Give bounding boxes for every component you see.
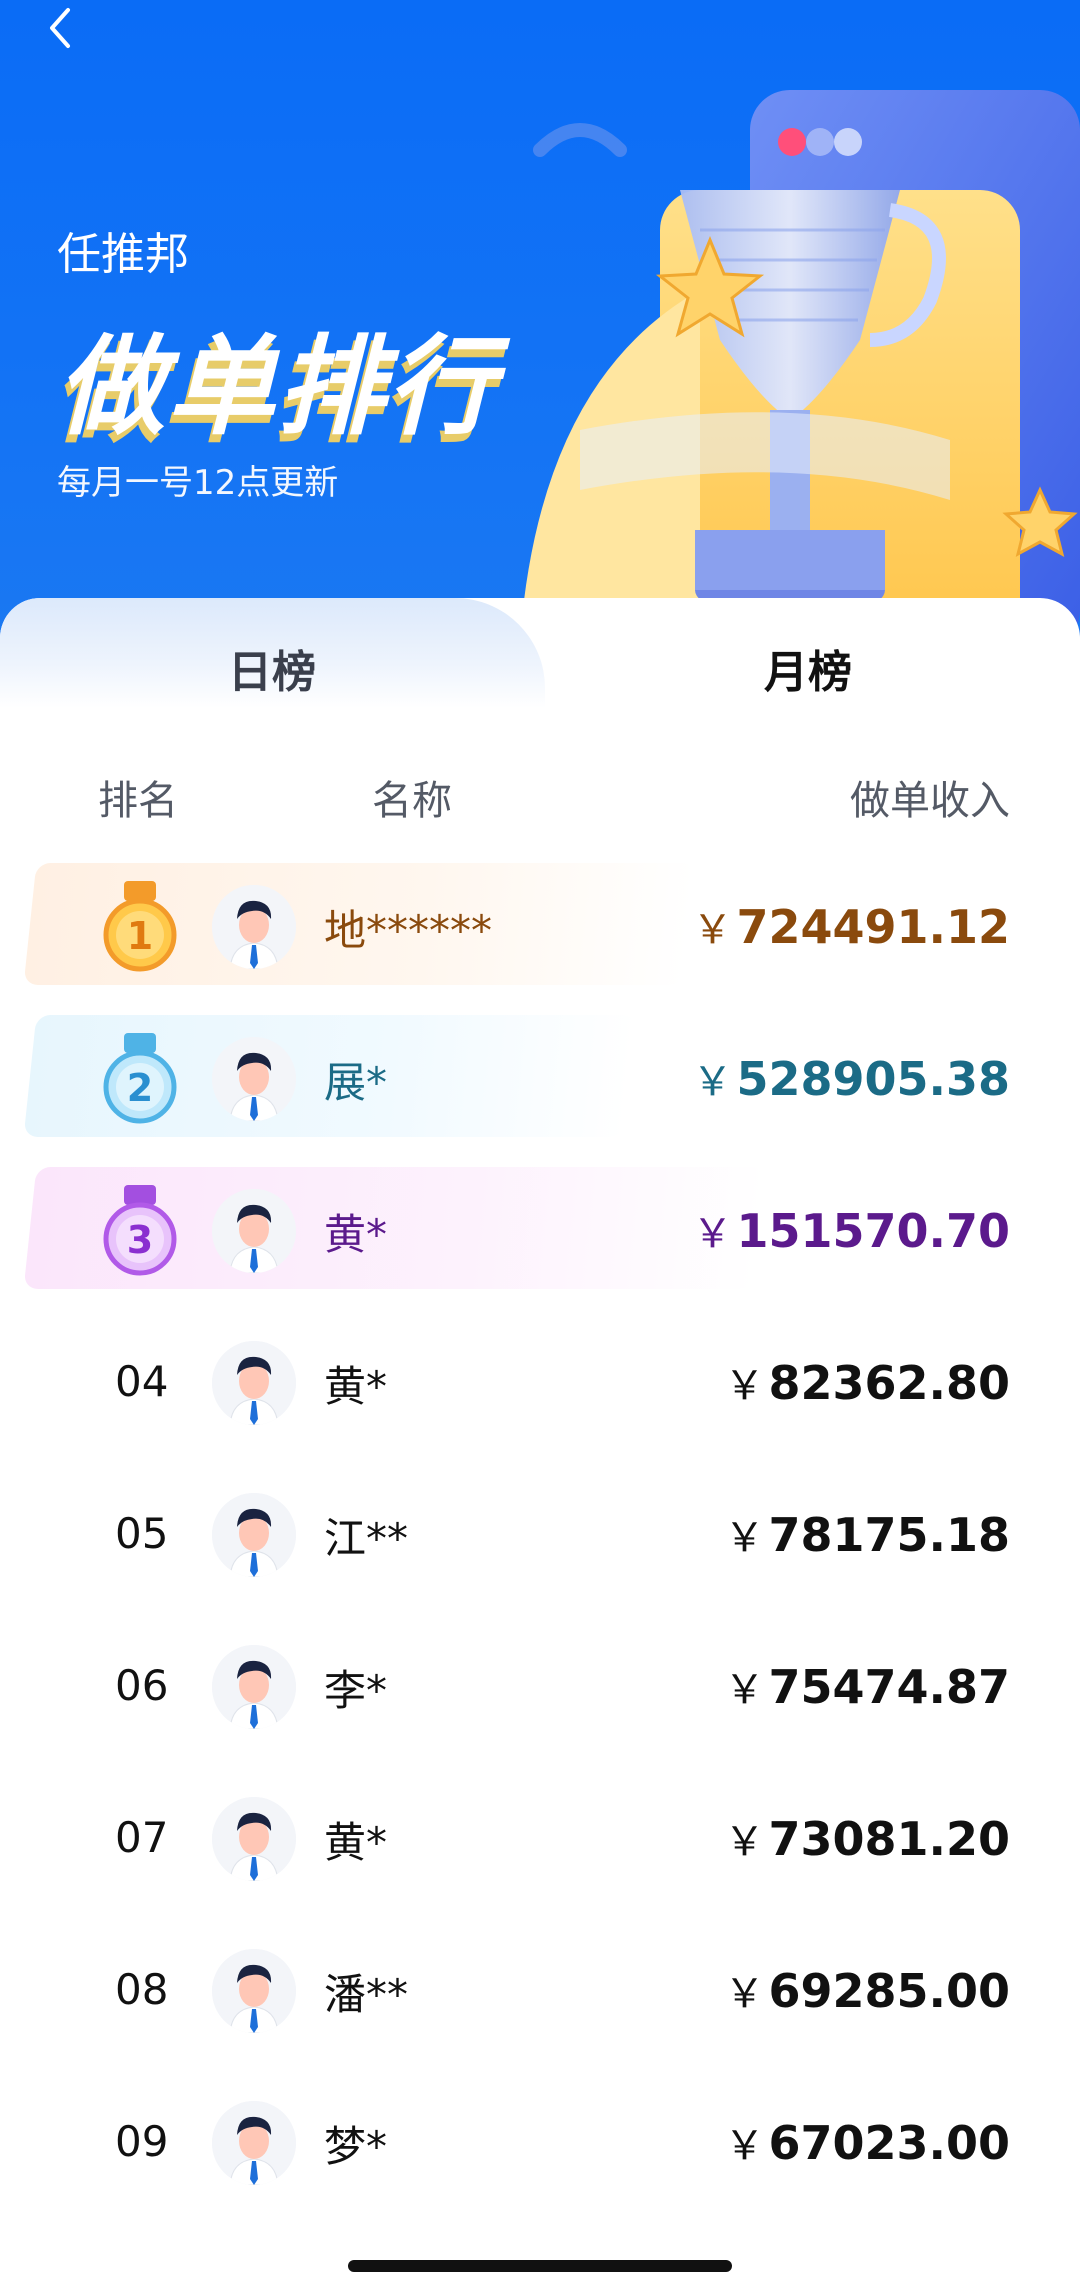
avatar bbox=[212, 1645, 296, 1729]
avatar bbox=[212, 885, 296, 969]
rank-number: 04 bbox=[115, 1357, 169, 1406]
ranking-card: 日榜 月榜 排名 名称 做单收入 1 地****** ￥724491.12 2 … bbox=[0, 598, 1080, 2287]
currency-symbol: ￥ bbox=[724, 1667, 765, 1713]
rank-number: 05 bbox=[115, 1509, 169, 1558]
income-value: ￥73081.20 bbox=[724, 1809, 1010, 1867]
rank-number: 06 bbox=[115, 1661, 169, 1710]
currency-symbol: ￥ bbox=[692, 1059, 733, 1105]
currency-symbol: ￥ bbox=[724, 1515, 765, 1561]
income-amount: 151570.70 bbox=[736, 1204, 1010, 1258]
income-value: ￥69285.00 bbox=[724, 1961, 1010, 2019]
ranking-row: 07 黄* ￥73081.20 bbox=[0, 1765, 1080, 1917]
ranking-row: 04 黄* ￥82362.80 bbox=[0, 1309, 1080, 1461]
silver-medal-icon: 2 bbox=[103, 1033, 177, 1124]
user-name: 地****** bbox=[324, 906, 493, 955]
income-value: ￥151570.70 bbox=[692, 1201, 1010, 1259]
column-header-income: 做单收入 bbox=[850, 778, 1010, 824]
user-name: 黄* bbox=[324, 1210, 388, 1259]
avatar bbox=[212, 1797, 296, 1881]
bronze-medal-icon: 3 bbox=[103, 1185, 177, 1276]
income-amount: 69285.00 bbox=[768, 1964, 1010, 2018]
ranking-row: 09 梦* ￥67023.00 bbox=[0, 2069, 1080, 2221]
ranking-list: 1 地****** ￥724491.12 2 展* ￥528905.38 3 黄… bbox=[0, 853, 1080, 2221]
currency-symbol: ￥ bbox=[724, 1363, 765, 1409]
avatar bbox=[212, 1189, 296, 1273]
user-name: 李* bbox=[324, 1666, 388, 1715]
currency-symbol: ￥ bbox=[724, 1971, 765, 2017]
rank-number: 09 bbox=[115, 2117, 169, 2166]
user-name: 黄* bbox=[324, 1362, 388, 1411]
income-amount: 75474.87 bbox=[768, 1660, 1010, 1714]
ranking-row: 06 李* ￥75474.87 bbox=[0, 1613, 1080, 1765]
svg-text:1: 1 bbox=[127, 914, 153, 958]
currency-symbol: ￥ bbox=[724, 1819, 765, 1865]
income-amount: 67023.00 bbox=[768, 2116, 1010, 2170]
income-amount: 78175.18 bbox=[768, 1508, 1010, 1562]
svg-text:2: 2 bbox=[127, 1066, 153, 1110]
update-note: 每月一号12点更新 bbox=[57, 463, 339, 503]
avatar bbox=[212, 2101, 296, 2185]
brand-name: 任推邦 bbox=[57, 229, 189, 280]
ranking-row: 08 潘** ￥69285.00 bbox=[0, 1917, 1080, 2069]
user-name: 黄* bbox=[324, 1818, 388, 1867]
income-value: ￥724491.12 bbox=[692, 897, 1010, 955]
home-indicator[interactable] bbox=[348, 2260, 732, 2272]
avatar bbox=[212, 1493, 296, 1577]
income-value: ￥82362.80 bbox=[724, 1353, 1010, 1411]
ranking-row: 2 展* ￥528905.38 bbox=[0, 1005, 1080, 1157]
income-amount: 724491.12 bbox=[736, 900, 1010, 954]
tab-monthly[interactable]: 月榜 bbox=[764, 636, 852, 700]
avatar bbox=[212, 1949, 296, 2033]
header-banner: 任推邦 做单排行 每月一号12点更新 bbox=[0, 0, 1080, 640]
currency-symbol: ￥ bbox=[692, 907, 733, 953]
trophy-illustration bbox=[520, 90, 1080, 640]
ranking-row: 05 江** ￥78175.18 bbox=[0, 1461, 1080, 1613]
back-arrow-icon[interactable] bbox=[40, 6, 84, 50]
user-name: 潘** bbox=[324, 1970, 409, 2019]
income-value: ￥75474.87 bbox=[724, 1657, 1010, 1715]
income-amount: 528905.38 bbox=[736, 1052, 1010, 1106]
rank-number: 07 bbox=[115, 1813, 169, 1862]
ranking-row: 3 黄* ￥151570.70 bbox=[0, 1157, 1080, 1309]
gold-medal-icon: 1 bbox=[103, 881, 177, 972]
column-header-rank: 排名 bbox=[98, 778, 178, 824]
currency-symbol: ￥ bbox=[692, 1211, 733, 1257]
column-header-name: 名称 bbox=[372, 778, 452, 824]
user-name: 展* bbox=[324, 1058, 388, 1107]
income-amount: 82362.80 bbox=[768, 1356, 1010, 1410]
page-title: 做单排行 bbox=[57, 325, 498, 450]
ranking-row: 1 地****** ￥724491.12 bbox=[0, 853, 1080, 1005]
income-value: ￥78175.18 bbox=[724, 1505, 1010, 1563]
income-value: ￥67023.00 bbox=[724, 2113, 1010, 2171]
avatar bbox=[212, 1037, 296, 1121]
user-name: 梦* bbox=[324, 2122, 388, 2171]
rank-number: 08 bbox=[115, 1965, 169, 2014]
income-value: ￥528905.38 bbox=[692, 1049, 1010, 1107]
tab-daily[interactable]: 日榜 bbox=[228, 636, 316, 700]
avatar bbox=[212, 1341, 296, 1425]
user-name: 江** bbox=[324, 1514, 409, 1563]
currency-symbol: ￥ bbox=[724, 2123, 765, 2169]
svg-text:3: 3 bbox=[127, 1218, 153, 1262]
income-amount: 73081.20 bbox=[768, 1812, 1010, 1866]
